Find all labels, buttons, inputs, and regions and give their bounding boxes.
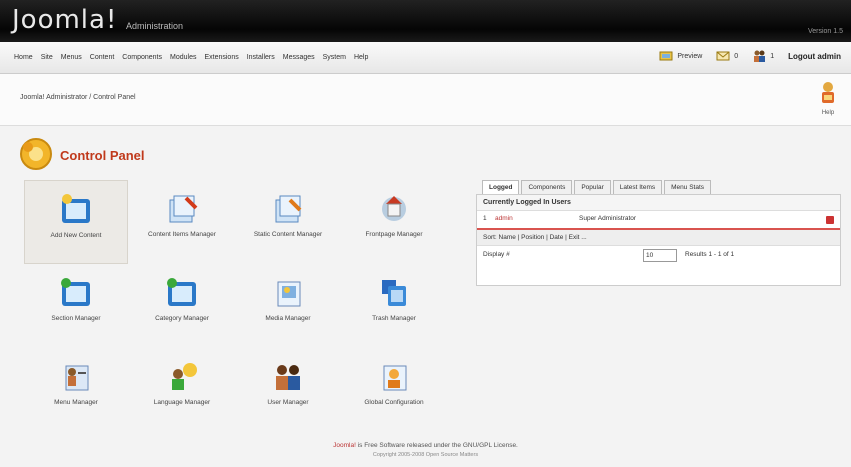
tile-label: User Manager (267, 399, 309, 406)
users-icon (276, 365, 300, 390)
footer-joomla-link[interactable]: Joomla! (333, 442, 356, 449)
footer-text: is Free Software released under the GNU/… (355, 442, 518, 449)
force-logout-icon[interactable] (826, 216, 834, 224)
pagination-row: Display # 10 Results 1 - 1 of 1 (477, 246, 840, 266)
info-panel: Logged Components Popular Latest Items M… (476, 174, 841, 294)
help-label: Help (821, 110, 835, 116)
articles-manager-icon (169, 195, 198, 223)
tile-label: Media Manager (265, 315, 311, 322)
row-index: 1 (483, 215, 487, 222)
add-article-icon (62, 194, 90, 223)
panel-tabs: Logged Components Popular Latest Items M… (476, 174, 841, 194)
tile-label: Trash Manager (372, 315, 416, 322)
tab-popular[interactable]: Popular (574, 180, 611, 194)
help-button[interactable]: Help (815, 81, 841, 116)
preview-icon (659, 51, 673, 61)
display-label: Display # (483, 251, 510, 258)
menu-item-extensions[interactable]: Extensions (204, 54, 238, 61)
logged-users-heading: Currently Logged In Users (477, 195, 840, 211)
logout-link[interactable]: Logout admin (788, 52, 841, 61)
messages-indicator[interactable]: 0 (716, 49, 738, 63)
frontpage-icon (382, 196, 406, 221)
mail-icon (716, 51, 730, 61)
display-count-select[interactable]: 10 (643, 249, 677, 262)
tile-static-content-manager[interactable]: Static Content Manager (236, 180, 340, 264)
config-icon (383, 365, 407, 391)
footer-copyright: Copyright 2005-2008 Open Source Matters (372, 452, 479, 458)
breadcrumb: Joomla! Administrator / Control Panel (20, 94, 136, 101)
header-bar: Joomla! Administration Version 1.5 (0, 0, 851, 42)
menu-item-content[interactable]: Content (90, 54, 115, 61)
tile-global-configuration[interactable]: Global Configuration (342, 348, 446, 432)
tab-latest-items[interactable]: Latest Items (612, 180, 663, 194)
tile-label: Content Items Manager (148, 231, 216, 238)
static-content-icon (275, 195, 302, 223)
tile-media-manager[interactable]: Media Manager (236, 264, 340, 348)
tile-user-manager[interactable]: User Manager (236, 348, 340, 432)
tile-label: Category Manager (155, 315, 209, 322)
tile-add-new-content[interactable]: Add New Content (24, 180, 128, 264)
logo-subtitle: Administration (126, 21, 184, 31)
user-name-link[interactable]: admin (495, 215, 579, 224)
cpanel-grid: Add New Content Content Items Manager St… (22, 180, 436, 432)
tab-components[interactable]: Components (521, 180, 573, 194)
user-group: Super Administrator (579, 215, 637, 222)
tile-label: Section Manager (51, 315, 101, 322)
table-row: 1 admin Super Administrator (477, 211, 840, 230)
section-icon (61, 278, 90, 306)
tile-category-manager[interactable]: Category Manager (130, 264, 234, 348)
preview-label: Preview (677, 52, 703, 60)
users-count: 1 (770, 52, 775, 60)
tab-logged[interactable]: Logged (482, 180, 520, 194)
menu-items: Home Site Menus Content Components Modul… (14, 54, 368, 61)
category-icon (167, 278, 196, 306)
menu-item-messages[interactable]: Messages (283, 54, 315, 61)
trash-icon (382, 280, 406, 306)
messages-count: 0 (734, 52, 739, 60)
menu-item-site[interactable]: Site (41, 54, 53, 61)
tile-content-items-manager[interactable]: Content Items Manager (130, 180, 234, 264)
preview-link[interactable]: Preview (659, 49, 702, 63)
tile-frontpage-manager[interactable]: Frontpage Manager (342, 180, 446, 264)
tile-label: Frontpage Manager (365, 231, 423, 238)
toolbar: Joomla! Administrator / Control Panel He… (0, 74, 851, 126)
menu-item-help[interactable]: Help (354, 54, 368, 61)
results-counter: Results 1 - 1 of 1 (685, 251, 735, 258)
menu-item-home[interactable]: Home (14, 54, 33, 61)
menu-manager-icon (65, 365, 89, 391)
menu-item-menus[interactable]: Menus (61, 54, 82, 61)
panel-body: Currently Logged In Users 1 admin Super … (476, 194, 841, 286)
users-online-icon (754, 50, 766, 62)
control-panel-icon (20, 138, 52, 170)
page-title: Control Panel (60, 148, 145, 163)
footer: Joomla! is Free Software released under … (0, 442, 851, 458)
status-area: Preview 0 1 Logout admin (659, 49, 841, 63)
tile-label: Menu Manager (54, 399, 98, 406)
tile-menu-manager[interactable]: Menu Manager (24, 348, 128, 432)
main-menubar: Home Site Menus Content Components Modul… (0, 42, 851, 74)
tile-section-manager[interactable]: Section Manager (24, 264, 128, 348)
sort-filter-row: Sort: Name | Position | Date | Exit ... (477, 230, 840, 246)
media-icon (277, 281, 301, 307)
language-icon (172, 363, 197, 390)
tile-language-manager[interactable]: Language Manager (130, 348, 234, 432)
tile-label: Static Content Manager (253, 231, 323, 238)
menu-item-system[interactable]: System (323, 54, 346, 61)
tile-trash-manager[interactable]: Trash Manager (342, 264, 446, 348)
help-icon (822, 82, 834, 103)
menu-item-components[interactable]: Components (122, 54, 162, 61)
tile-label: Global Configuration (364, 399, 424, 406)
menu-item-modules[interactable]: Modules (170, 54, 196, 61)
menu-item-installers[interactable]: Installers (247, 54, 275, 61)
version-label: Version 1.5 (807, 28, 843, 35)
tile-label: Add New Content (50, 232, 102, 239)
users-indicator[interactable]: 1 (752, 49, 774, 63)
joomla-logo: Joomla! (12, 5, 118, 35)
tile-label: Language Manager (153, 399, 211, 406)
tab-menu-stats[interactable]: Menu Stats (664, 180, 712, 194)
